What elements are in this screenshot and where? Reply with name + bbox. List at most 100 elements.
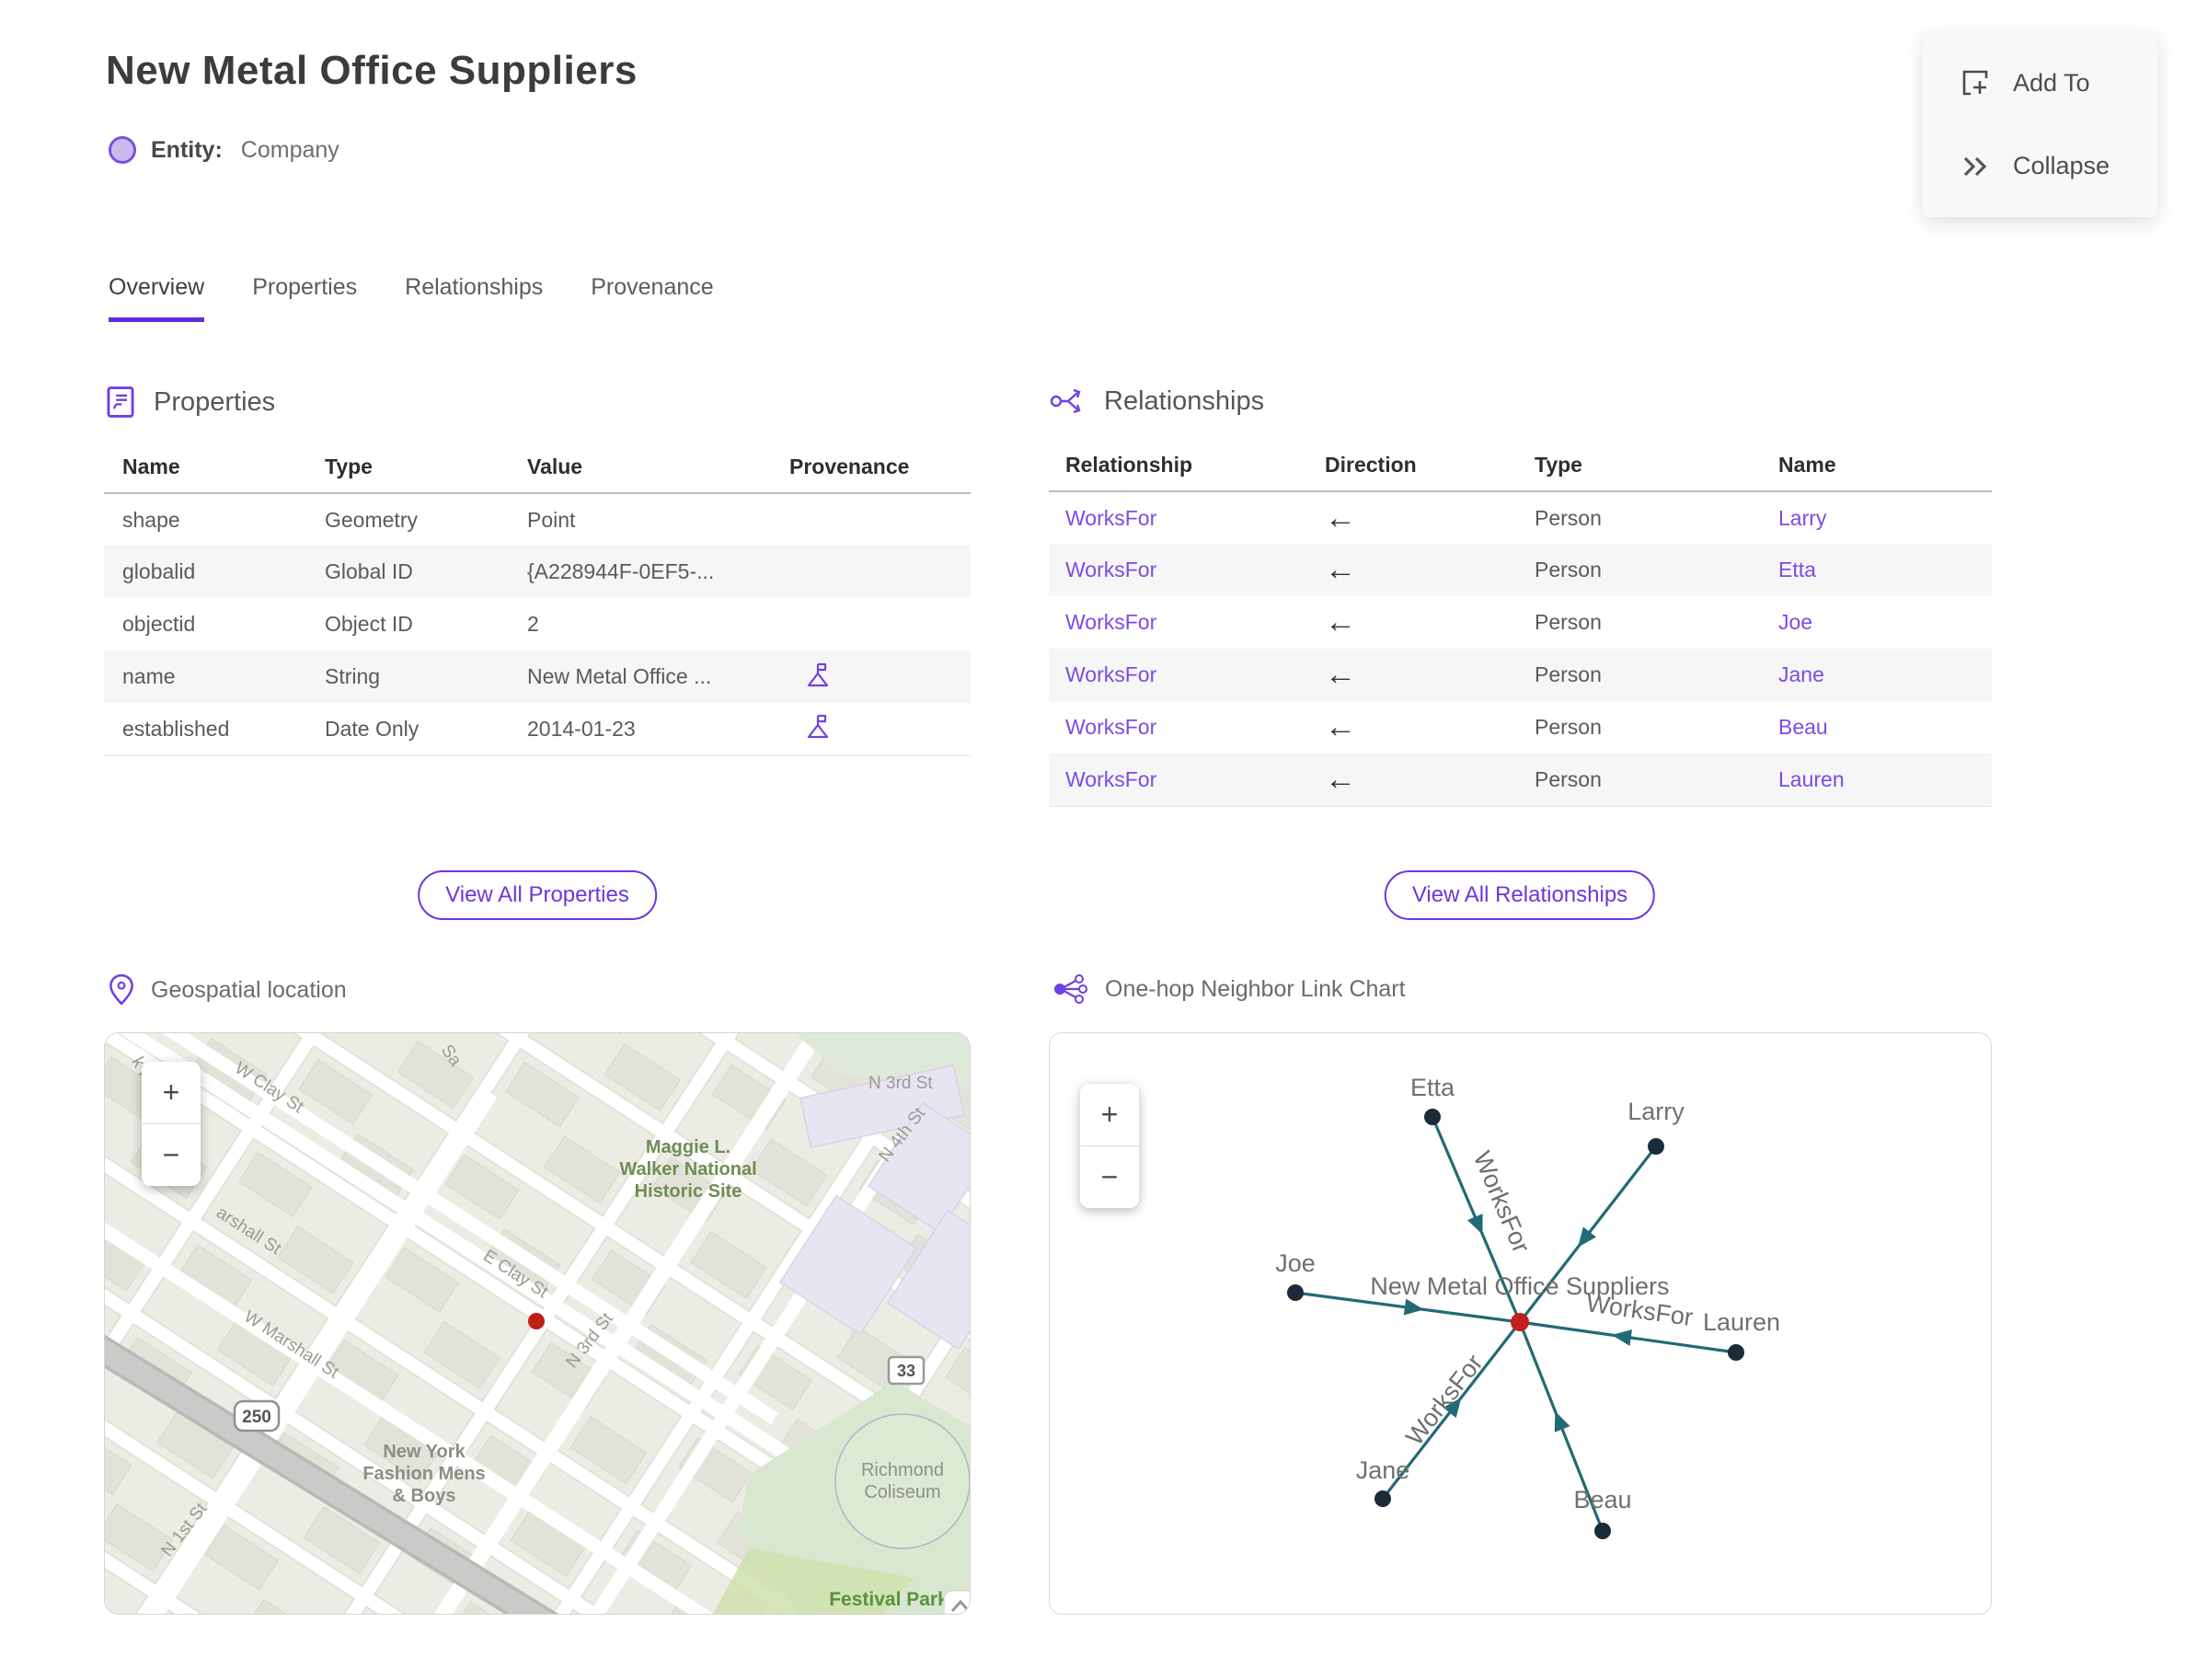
link-chart-canvas[interactable]: WorksForWorksForWorksForEttaLarryJoeLaur…	[1050, 1033, 1992, 1615]
node-label: Joe	[1275, 1249, 1316, 1277]
provenance-flag-icon[interactable]	[806, 712, 830, 740]
table-row: established Date Only 2014-01-23	[104, 703, 971, 756]
map-poi-label: Richmond	[861, 1460, 944, 1480]
tab-properties[interactable]: Properties	[252, 274, 357, 322]
col-header-name: Name	[104, 443, 317, 494]
tab-provenance[interactable]: Provenance	[591, 274, 713, 322]
floating-action-menu: Add To Collapse	[1923, 32, 2157, 217]
entity-type-value: Company	[240, 136, 339, 163]
svg-text:250: 250	[242, 1408, 271, 1427]
graph-node[interactable]	[1594, 1523, 1611, 1539]
table-row: WorksFor ← Person Beau	[1049, 701, 1992, 754]
prop-name: established	[104, 703, 317, 756]
add-to-icon	[1962, 70, 1988, 96]
rel-type: Person	[1535, 505, 1602, 530]
entity-badge: Entity: Company	[109, 136, 339, 164]
entity-name-link[interactable]: Etta	[1771, 544, 1992, 596]
prop-type: String	[317, 650, 520, 703]
graph-node[interactable]	[1374, 1490, 1391, 1507]
relationships-icon	[1050, 388, 1081, 414]
relationship-link[interactable]: WorksFor	[1049, 544, 1317, 596]
relationship-link[interactable]: WorksFor	[1049, 649, 1317, 701]
entity-name-link[interactable]: Larry	[1771, 491, 1992, 544]
route-shield-250: 250	[233, 1399, 281, 1433]
col-header-value: Value	[520, 443, 782, 494]
properties-section-title: Properties	[154, 386, 276, 417]
direction-arrow: ←	[1317, 754, 1527, 807]
edge-arrowhead	[1611, 1329, 1632, 1346]
table-row: shape Geometry Point	[104, 493, 971, 546]
relationship-link[interactable]: WorksFor	[1049, 596, 1317, 649]
graph-node[interactable]	[1728, 1344, 1744, 1361]
rel-type: Person	[1527, 649, 1771, 701]
prop-name: shape	[122, 507, 180, 532]
prop-name: name	[104, 650, 317, 703]
edge-label: WorksFor	[1468, 1147, 1535, 1257]
table-row: name String New Metal Office ...	[104, 650, 971, 703]
map-canvas[interactable]: W Clay St k Rd Sa arshall St W Marshall …	[105, 1033, 971, 1615]
entity-type-icon	[109, 136, 136, 164]
entity-name-link[interactable]: Joe	[1771, 596, 1992, 649]
node-label: Lauren	[1703, 1308, 1780, 1336]
provenance-flag-icon[interactable]	[806, 661, 830, 688]
relationship-link[interactable]: WorksFor	[1049, 754, 1317, 807]
entity-name-link[interactable]: Jane	[1771, 649, 1992, 701]
link-chart-section-header: One-hop Neighbor Link Chart	[1052, 973, 1406, 1005]
zoom-in-button[interactable]: +	[1080, 1084, 1139, 1145]
collapse-label: Collapse	[2013, 152, 2110, 179]
rel-type: Person	[1527, 544, 1771, 596]
link-chart-card: WorksFor WorksFor WorksFor Etta Larry Joe Laur…	[1049, 1032, 1992, 1615]
prop-type: Object ID	[325, 612, 413, 636]
col-header-name: Name	[1771, 442, 1992, 492]
direction-arrow: ←	[1325, 709, 1356, 744]
entity-name-link[interactable]: Lauren	[1771, 754, 1992, 807]
map-zoom-control: + −	[142, 1062, 201, 1186]
map-poi-label: Maggie L.	[646, 1137, 730, 1157]
graph-node[interactable]	[1648, 1138, 1664, 1155]
zoom-out-button[interactable]: −	[1080, 1146, 1139, 1208]
table-row: globalid Global ID {A228944F-0EF5-...	[104, 546, 971, 598]
rel-type: Person	[1535, 610, 1602, 634]
view-all-relationships-button[interactable]: View All Relationships	[1384, 870, 1656, 920]
zoom-in-button[interactable]: +	[142, 1062, 201, 1123]
node-label: Beau	[1573, 1486, 1631, 1513]
prop-value: {A228944F-0EF5-...	[520, 546, 782, 598]
relationships-section: Relationships Relationship Direction Typ…	[1049, 385, 1992, 807]
prop-value: 2	[527, 612, 539, 636]
view-all-properties-button[interactable]: View All Properties	[418, 870, 657, 920]
relationship-link[interactable]: WorksFor	[1049, 701, 1317, 754]
tab-bar: Overview Properties Relationships Proven…	[109, 274, 714, 322]
prop-name: objectid	[122, 612, 196, 636]
edge-arrowhead	[1554, 1410, 1570, 1433]
map-poi-label: Fashion Mens	[362, 1464, 485, 1484]
center-node[interactable]	[1511, 1313, 1529, 1331]
zoom-out-button[interactable]: −	[142, 1124, 201, 1186]
edge-label: WorksFor	[1400, 1349, 1488, 1450]
col-header-type: Type	[317, 443, 520, 494]
col-header-direction: Direction	[1317, 442, 1527, 492]
col-header-relationship: Relationship	[1049, 442, 1317, 492]
tab-overview[interactable]: Overview	[109, 274, 205, 322]
relationship-link[interactable]: WorksFor	[1049, 491, 1317, 544]
graph-node[interactable]	[1287, 1284, 1304, 1301]
entity-name-link[interactable]: Beau	[1771, 701, 1992, 754]
properties-icon	[107, 386, 134, 418]
attribution-toggle-icon[interactable]	[943, 1590, 971, 1615]
map-pin-icon	[109, 973, 133, 1006]
table-row: WorksFor ← Person Joe	[1049, 596, 1992, 649]
table-row: objectid Object ID 2	[104, 598, 971, 650]
direction-arrow: ←	[1317, 649, 1527, 701]
map-marker[interactable]	[528, 1313, 545, 1329]
map-poi-label: Coliseum	[864, 1482, 940, 1502]
route-shield-33: 33	[887, 1355, 926, 1386]
collapse-button[interactable]: Collapse	[1960, 152, 2157, 180]
chart-zoom-control: + −	[1080, 1084, 1139, 1208]
relationships-table: Relationship Direction Type Name WorksFo…	[1049, 442, 1992, 807]
prop-type: Global ID	[317, 546, 520, 598]
graph-node[interactable]	[1424, 1109, 1441, 1125]
add-to-label: Add To	[2013, 68, 2090, 97]
map-poi-label: Historic Site	[635, 1181, 742, 1202]
tab-relationships[interactable]: Relationships	[405, 274, 543, 322]
page-title: New Metal Office Suppliers	[106, 48, 638, 93]
add-to-button[interactable]: Add To	[1960, 67, 2157, 98]
